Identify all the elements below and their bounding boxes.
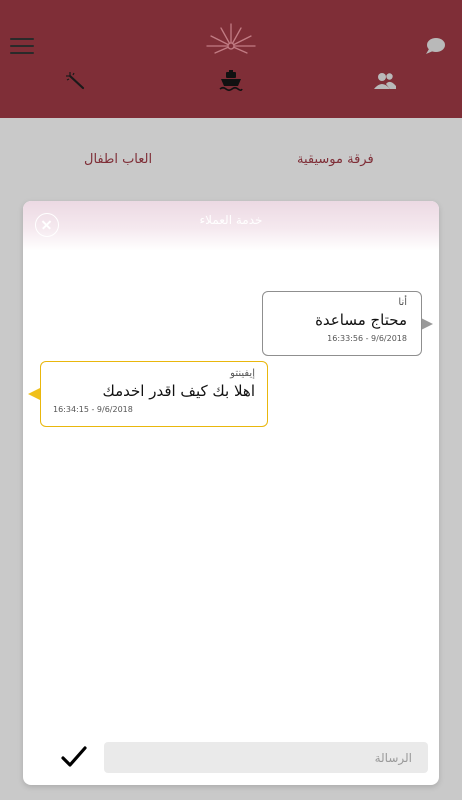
ship-icon[interactable]: [219, 70, 243, 92]
message-input[interactable]: [104, 742, 428, 773]
close-icon[interactable]: [35, 213, 59, 237]
bubble-tail: [28, 388, 40, 400]
message-time: 16:33:56 - 9/6/2018: [327, 334, 407, 343]
message-time: 16:34:15 - 9/6/2018: [53, 405, 133, 414]
chat-dialog: خدمة العملاء أنا محتاج مساعدة 16:33:56 -…: [23, 201, 439, 785]
chat-title: خدمة العملاء: [199, 213, 263, 227]
chat-header: خدمة العملاء: [23, 201, 439, 251]
send-checkmark-icon[interactable]: [61, 745, 87, 769]
message-sender: أنا: [398, 297, 407, 308]
magic-wand-icon[interactable]: [66, 72, 86, 90]
message-text: اهلا بك كيف اقدر اخدمك: [102, 382, 255, 400]
category-music-band[interactable]: فرقة موسيقية: [297, 152, 374, 167]
users-icon[interactable]: [374, 72, 396, 90]
fireworks-logo: [206, 23, 256, 54]
message-text: محتاج مساعدة: [315, 311, 407, 329]
category-kids-games[interactable]: العاب اطفال: [84, 152, 152, 167]
message-bubble-received: إيفينتو اهلا بك كيف اقدر اخدمك 16:34:15 …: [40, 361, 268, 427]
bubble-tail: [421, 318, 433, 330]
hamburger-icon[interactable]: [10, 38, 34, 56]
message-sender: إيفينتو: [230, 368, 255, 379]
message-bubble-sent: أنا محتاج مساعدة 16:33:56 - 9/6/2018: [262, 291, 422, 356]
chat-bubble-icon[interactable]: [424, 36, 446, 56]
app-header: [0, 0, 462, 118]
